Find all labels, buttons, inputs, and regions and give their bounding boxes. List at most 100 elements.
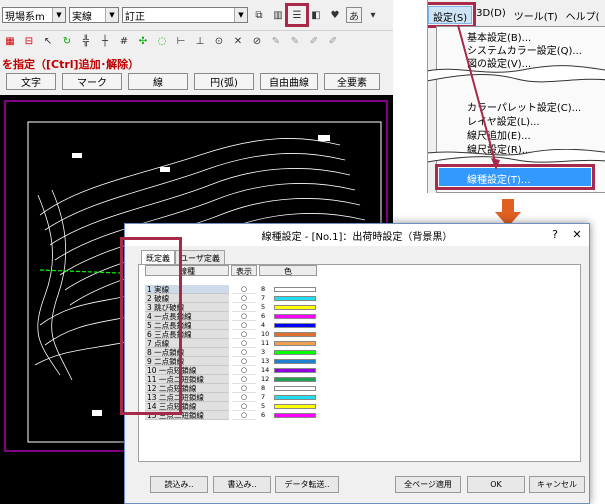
delete-icon[interactable]: ⊟ (21, 34, 37, 50)
edit-toolbar: ▦ ⊟ ↖ ↻ ╬ ┼ # ✣ ◌ ⊢ ⊥ ⊙ ✕ ⊘ ✎ ✎ ✐ ✐ (0, 30, 393, 52)
color-cell[interactable]: 3 (260, 348, 318, 357)
palette-bars-icon[interactable]: ▥ (270, 7, 286, 23)
snap-line-icon[interactable]: ┼ (97, 34, 113, 50)
visible-toggle[interactable]: ○ (232, 375, 256, 384)
filter-all-button[interactable]: 全要素 (324, 73, 380, 90)
snap-cross-icon[interactable]: ╬ (78, 34, 94, 50)
color-cell[interactable]: 8 (260, 285, 318, 294)
color-cell[interactable]: 11 (260, 339, 318, 348)
visible-toggle[interactable]: ○ (232, 312, 256, 321)
visible-toggle[interactable]: ○ (232, 285, 256, 294)
snap-center-icon[interactable]: ⊙ (211, 34, 227, 50)
color-heart-icon[interactable]: ♥ (327, 7, 343, 23)
color-cell[interactable]: 7 (260, 393, 318, 402)
color-cell[interactable]: 4 (260, 321, 318, 330)
color-cell[interactable]: 13 (260, 357, 318, 366)
color-swatch (274, 386, 316, 391)
command-prompt: を指定（[Ctrl]追加･解除） (2, 58, 140, 71)
pen4-icon[interactable]: ✐ (325, 34, 341, 50)
visible-toggle[interactable]: ○ (232, 384, 256, 393)
layer-combo[interactable]: 現場系m ▼ (2, 7, 66, 23)
color-number: 4 (261, 321, 266, 329)
color-cell[interactable]: 6 (260, 411, 318, 420)
tab-user-defined[interactable]: ユーザ定義 (175, 250, 225, 264)
snap-grid-icon[interactable]: # (116, 34, 132, 50)
filter-freecurve-button[interactable]: 自由曲線 (260, 73, 318, 90)
color-number: 5 (261, 303, 266, 311)
header-visible: 表示 (231, 265, 257, 276)
visible-toggle[interactable]: ○ (232, 357, 256, 366)
pen-icon[interactable]: ✎ (268, 34, 284, 50)
color-swatch (274, 350, 316, 355)
visible-toggle[interactable]: ○ (232, 348, 256, 357)
linetype-combo-value: 実線 (72, 11, 92, 23)
linetype-settings-dialog: 線種設定 - [No.1]：出荷時設定（背景黒） ? ✕ 既定義 ユーザ定義 線… (124, 223, 590, 504)
color-number: 8 (261, 285, 266, 293)
snap-end-icon[interactable]: ⊢ (173, 34, 189, 50)
mode-combo[interactable]: 訂正 ▼ (122, 7, 248, 23)
snap-off-icon[interactable]: ✕ (230, 34, 246, 50)
visible-toggle[interactable]: ○ (232, 294, 256, 303)
top-toolbar: 現場系m ▼ 実線 ▼ 訂正 ▼ ⧉ ▥ ☰ ◧ ♥ あ ▾ (0, 3, 393, 27)
dropdown-icon[interactable]: ▾ (365, 7, 381, 23)
layer-icon[interactable]: ◧ (308, 7, 324, 23)
close-icon[interactable]: ✕ (567, 226, 587, 242)
snap-tangent-icon[interactable]: ⊘ (249, 34, 265, 50)
snap-mid-icon[interactable]: ⊥ (192, 34, 208, 50)
visible-toggle[interactable]: ○ (232, 402, 256, 411)
settings-menu-screenshot: 設定(S) 3D(D) ツール(T) ヘルプ( 基本設定(B)... システムカ… (427, 0, 605, 193)
color-swatch (274, 314, 316, 319)
color-swatch (274, 296, 316, 301)
visible-toggle[interactable]: ○ (232, 303, 256, 312)
color-number: 12 (261, 375, 270, 383)
chevron-down-icon[interactable]: ▼ (234, 8, 247, 22)
font-icon[interactable]: あ (346, 7, 362, 23)
snap-arc-icon[interactable]: ◌ (154, 34, 170, 50)
read-button[interactable]: 読込み.. (150, 476, 208, 493)
color-cell[interactable]: 7 (260, 294, 318, 303)
color-swatch (274, 359, 316, 364)
visible-toggle[interactable]: ○ (232, 330, 256, 339)
cancel-button[interactable]: キャンセル (529, 476, 585, 493)
write-button[interactable]: 書込み.. (213, 476, 271, 493)
color-number: 8 (261, 384, 266, 392)
color-swatch (274, 305, 316, 310)
pointer-icon[interactable]: ↖ (40, 34, 56, 50)
apply-all-pages-button[interactable]: 全ページ適用 (395, 476, 461, 493)
filter-line-button[interactable]: 線 (128, 73, 188, 90)
help-icon[interactable]: ? (545, 226, 565, 242)
filter-circle-button[interactable]: 円(弧) (194, 73, 254, 90)
visible-toggle[interactable]: ○ (232, 393, 256, 402)
chevron-down-icon[interactable]: ▼ (105, 8, 118, 22)
snap-point-icon[interactable]: ✣ (135, 34, 151, 50)
filter-text-button[interactable]: 文字 (6, 73, 56, 90)
filter-mark-button[interactable]: マーク (62, 73, 122, 90)
header-color: 色 (259, 265, 317, 276)
color-cell[interactable]: 6 (260, 312, 318, 321)
visible-toggle[interactable]: ○ (232, 339, 256, 348)
linetype-settings-icon[interactable]: ☰ (285, 3, 309, 27)
pen2-icon[interactable]: ✎ (287, 34, 303, 50)
pen3-icon[interactable]: ✐ (306, 34, 322, 50)
color-cell[interactable]: 8 (260, 384, 318, 393)
visible-toggle[interactable]: ○ (232, 411, 256, 420)
color-cell[interactable]: 14 (260, 366, 318, 375)
data-transfer-button[interactable]: データ転送.. (275, 476, 339, 493)
color-cell[interactable]: 12 (260, 375, 318, 384)
color-number: 3 (261, 348, 266, 356)
color-swatch (274, 332, 316, 337)
grid-icon[interactable]: ▦ (2, 34, 18, 50)
visible-toggle[interactable]: ○ (232, 366, 256, 375)
color-cell[interactable]: 5 (260, 303, 318, 312)
visible-toggle[interactable]: ○ (232, 321, 256, 330)
ok-button[interactable]: OK (467, 476, 525, 493)
color-cell[interactable]: 5 (260, 402, 318, 411)
color-number: 11 (261, 339, 270, 347)
color-cell[interactable]: 10 (260, 330, 318, 339)
color-number: 7 (261, 393, 266, 401)
copy-icon[interactable]: ⧉ (251, 7, 267, 23)
snap-circle-icon[interactable]: ↻ (59, 34, 75, 50)
linetype-combo[interactable]: 実線 ▼ (69, 7, 119, 23)
chevron-down-icon[interactable]: ▼ (52, 8, 65, 22)
color-swatch (274, 377, 316, 382)
